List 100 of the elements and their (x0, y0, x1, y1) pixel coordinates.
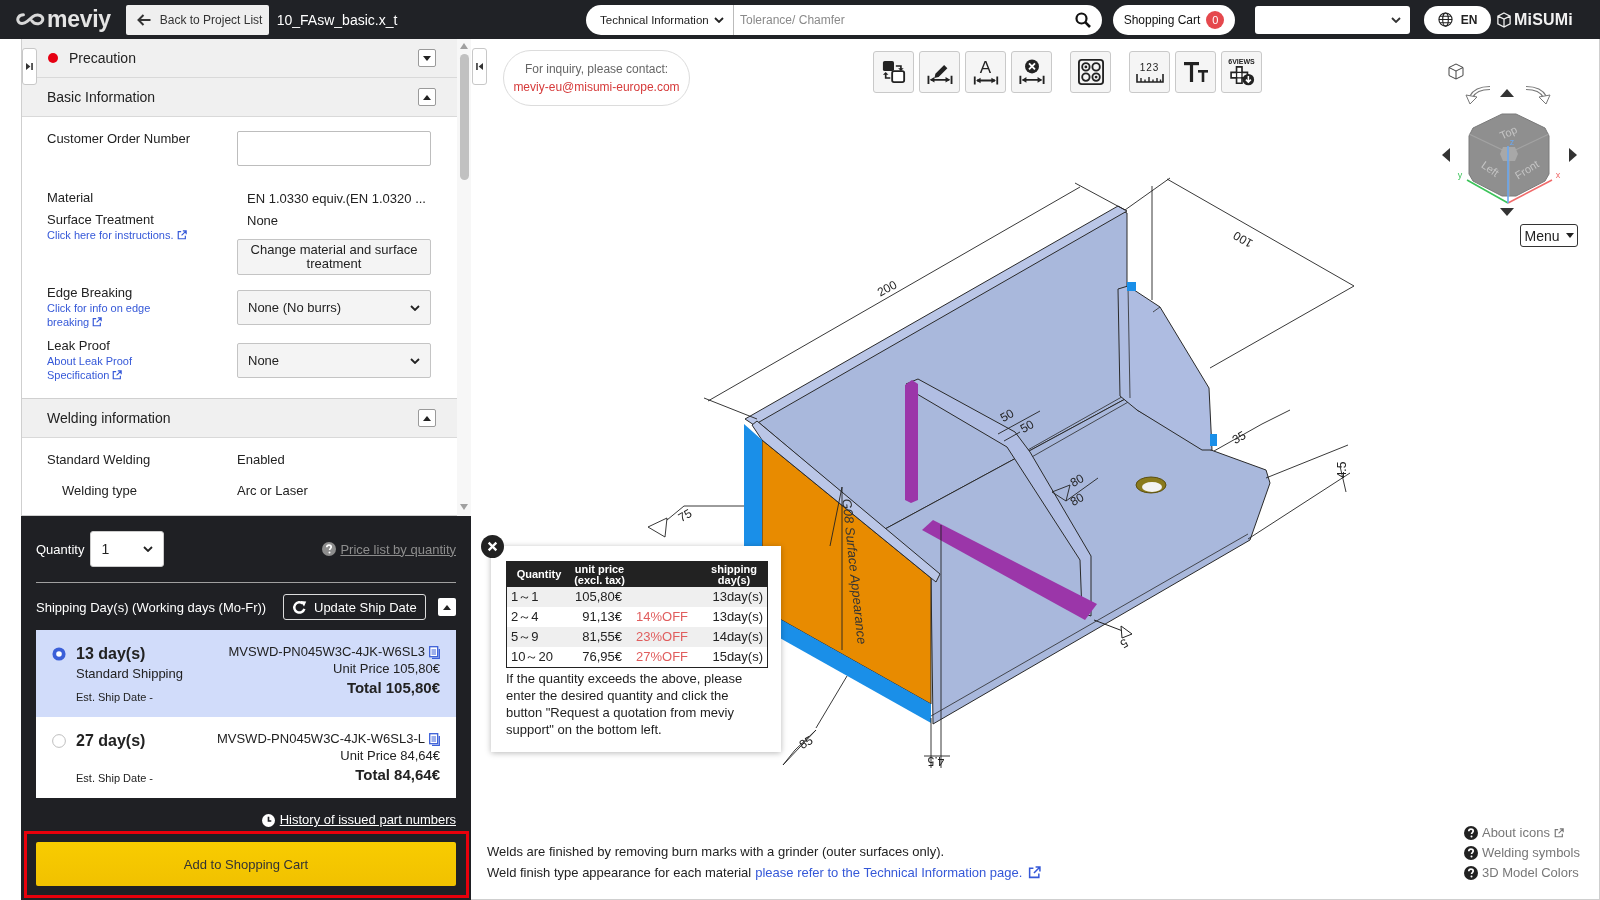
refresh-icon (292, 599, 307, 615)
caret-down-icon (423, 55, 431, 61)
panel-toggle-button[interactable] (472, 48, 487, 85)
section-toggle[interactable] (418, 409, 436, 427)
weld-size-label: 80 (1067, 490, 1087, 509)
discount-cell: 23%OFF (628, 627, 701, 647)
close-button[interactable] (481, 535, 504, 558)
price-list-link[interactable]: Price list by quantity (322, 541, 456, 557)
toolbar-button[interactable] (1175, 51, 1216, 93)
change-material-button[interactable]: Change material and surface treatment (237, 239, 431, 275)
field-label: Standard Welding (47, 452, 151, 468)
help-link[interactable]: About icons (1463, 824, 1580, 841)
field-label: Customer Order Number (47, 131, 191, 147)
field-label: Edge Breaking (47, 285, 133, 301)
help-icon (322, 542, 337, 556)
table-cell: 91,13€ (571, 607, 628, 627)
hole (1135, 476, 1167, 494)
toolbar-button[interactable] (919, 51, 960, 93)
chevron-down-icon (410, 304, 420, 311)
dimension-label: 100 (1230, 228, 1256, 251)
dimension-label: 4.5 (1335, 461, 1349, 479)
caret-up-icon (443, 604, 451, 610)
arrow-left-icon[interactable] (1442, 148, 1450, 162)
table-cell: 15day(s) (701, 647, 768, 668)
shopping-cart-button[interactable]: Shopping Cart 0 (1113, 4, 1235, 35)
shipping-toggle[interactable] (438, 598, 456, 616)
arrow-down-icon[interactable] (1500, 208, 1514, 216)
weld-size-label: 50 (1017, 417, 1037, 436)
view-cube[interactable] (1468, 113, 1550, 197)
help-link[interactable]: Click here for instructions. (47, 228, 187, 242)
toolbar-button[interactable]: 123 (1129, 51, 1170, 93)
weld-symbol (1093, 619, 1133, 639)
toolbar-button[interactable]: A (965, 51, 1006, 93)
panel-toggle-button[interactable] (22, 48, 37, 85)
table-cell: 76,95€ (571, 647, 628, 668)
edge-marker (1127, 282, 1136, 291)
table-cell: 5～9 (506, 627, 571, 647)
note-text: Welds are finished by removing burn marks with a grinder (outer surfaces only). (487, 843, 946, 860)
help-link[interactable]: Click for info on edge breaking (47, 301, 189, 329)
dropdown-select[interactable]: None (237, 343, 431, 378)
dropdown-select[interactable]: None (No burrs) (237, 290, 431, 325)
six-views-icon (1228, 66, 1255, 86)
language-button[interactable]: EN (1424, 5, 1491, 34)
rotate-right-icon[interactable] (1525, 86, 1551, 105)
section-toggle[interactable] (418, 49, 436, 67)
caret-down-icon (1565, 233, 1574, 238)
external-link-icon (1028, 866, 1042, 879)
email-link[interactable]: meviy-eu@misumi-europe.com (513, 80, 680, 94)
quantity-select[interactable]: 1 (90, 531, 165, 567)
category-select[interactable]: Technical Information (586, 4, 734, 35)
shipping-option[interactable]: 13 day(s) Standard Shipping Est. Ship Date - MVSWD-PN045W3C-4JK-W6SL3 Unit Price 105,80€ Total 105,80€ (36, 630, 456, 717)
arrow-up-icon[interactable] (1500, 89, 1514, 97)
field-value: None (246, 212, 279, 229)
back-button[interactable]: Back to Project List (125, 4, 269, 35)
shipping-option[interactable]: 27 day(s) Est. Ship Date - MVSWD-PN045W3C-4JK-W6SL3-L Unit Price 84,64€ Total 84,64€ (36, 717, 456, 798)
search-button[interactable] (1064, 4, 1102, 35)
history-link[interactable]: History of issued part numbers (261, 812, 456, 828)
toolbar-button[interactable] (1070, 51, 1111, 93)
cube-view-icon[interactable] (1448, 63, 1464, 80)
menu-button[interactable]: Menu (1520, 224, 1578, 247)
field-value: Enabled (237, 452, 285, 468)
section-toggle[interactable] (418, 88, 436, 106)
logo-text: meviy (47, 6, 111, 33)
copy-icon[interactable] (429, 732, 440, 746)
add-to-cart-button[interactable]: Add to Shopping Cart (36, 842, 456, 886)
toolbar-button[interactable] (873, 51, 914, 93)
scrollbar-thumb[interactable] (459, 54, 469, 180)
help-link[interactable]: Welding symbols (1463, 844, 1580, 861)
toolbar-button[interactable] (1011, 51, 1052, 93)
search-field[interactable]: Tolerance/ Chamfer (734, 4, 1064, 35)
technical-info-link[interactable]: please refer to the Technical Information page. (755, 865, 1042, 880)
note-text: Weld finish type appearance for each material please refer to the Technical Information page. (487, 864, 1042, 881)
unit-price: Unit Price 105,80€ (333, 661, 440, 677)
table-cell: 14day(s) (701, 627, 768, 647)
help-link[interactable]: 3D Model Colors (1463, 864, 1580, 881)
table-cell: 2～4 (506, 607, 571, 627)
rotate-left-icon[interactable] (1465, 86, 1491, 105)
update-ship-date-button[interactable]: Update Ship Date (283, 594, 426, 620)
field-value: Arc or Laser (237, 483, 308, 499)
field-label: Surface Treatment (47, 212, 154, 228)
order-number-field[interactable] (237, 131, 431, 166)
arrow-right-icon[interactable] (1569, 148, 1577, 162)
external-link-icon (176, 230, 187, 240)
shipping-days: 13 day(s) (76, 645, 146, 663)
cube-logo-icon (1497, 11, 1511, 28)
copy-icon[interactable] (429, 645, 440, 659)
radio-unselected-icon[interactable] (52, 734, 66, 748)
dropdown-select[interactable] (1255, 5, 1410, 34)
dimension-label: 200 (874, 277, 900, 300)
weld-size-label: 80 (1067, 471, 1087, 490)
delete-dimension-icon (1018, 59, 1045, 85)
four-circles-icon (1077, 59, 1104, 85)
section-title: Basic Information (47, 89, 157, 105)
section-title: Precaution (69, 50, 137, 66)
help-link[interactable]: About Leak Proof Specification (47, 354, 189, 382)
weld-size-label: 50 (997, 406, 1017, 425)
weld-size-label: 5 (1117, 635, 1131, 652)
ruler-icon (1135, 73, 1164, 83)
help-icon (1463, 845, 1478, 860)
radio-selected-icon[interactable] (52, 647, 66, 661)
